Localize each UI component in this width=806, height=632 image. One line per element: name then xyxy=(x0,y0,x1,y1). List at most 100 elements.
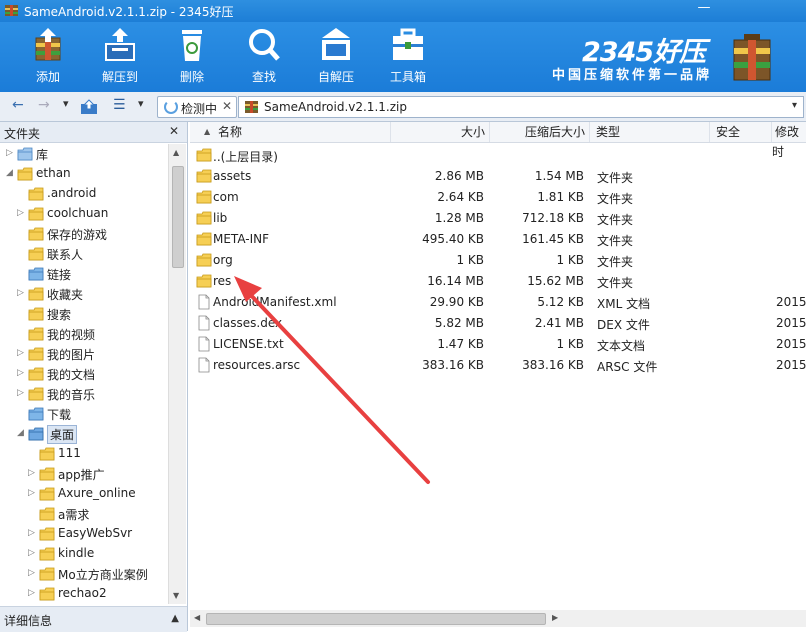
scrollbar-thumb[interactable] xyxy=(172,166,184,268)
tree-expand-icon[interactable]: ▷ xyxy=(17,208,24,218)
tree-scrollbar[interactable]: ▲ ▼ xyxy=(168,144,186,604)
table-row[interactable]: assets 2.86 MB 1.54 MB 文件夹 xyxy=(190,166,806,187)
tree-node[interactable]: ▷ rechao2 xyxy=(0,584,168,604)
path-dropdown-icon[interactable]: ▾ xyxy=(792,100,797,111)
column-packed[interactable]: 压缩后大小 xyxy=(490,122,590,142)
tree-expand-icon[interactable]: ▷ xyxy=(28,588,35,598)
up-folder-icon[interactable] xyxy=(80,98,98,116)
file-type: 文件夹 xyxy=(597,192,634,206)
tree-expand-icon[interactable]: ▷ xyxy=(28,488,35,498)
tree-node[interactable]: ◢ 桌面 xyxy=(0,424,168,444)
tree-node[interactable]: ▷ EasyWebSvr xyxy=(0,524,168,544)
find-button[interactable]: 查找 xyxy=(234,24,294,88)
horizontal-scrollbar[interactable]: ◀ ▶ xyxy=(190,610,806,627)
scroll-left-icon[interactable]: ◀ xyxy=(194,613,200,622)
tree-node[interactable]: ▷ 我的音乐 xyxy=(0,384,168,404)
scroll-down-icon[interactable]: ▼ xyxy=(173,591,179,600)
forward-button[interactable]: → xyxy=(38,97,50,115)
table-row[interactable]: META-INF 495.40 KB 161.45 KB 文件夹 xyxy=(190,229,806,250)
tree-node[interactable]: ▷ coolchuan xyxy=(0,204,168,224)
favorites-icon xyxy=(28,286,44,305)
file-modified: 2015 xyxy=(776,337,806,351)
table-row[interactable]: com 2.64 KB 1.81 KB 文件夹 xyxy=(190,187,806,208)
tree-collapse-icon[interactable]: ◢ xyxy=(6,168,13,178)
column-name[interactable]: ▲ 名称 xyxy=(190,122,391,142)
hscrollbar-thumb[interactable] xyxy=(206,613,546,625)
history-dropdown[interactable]: ▾ xyxy=(63,97,69,115)
tree-expand-icon[interactable]: ▷ xyxy=(28,568,35,578)
close-panel-icon[interactable]: ✕ xyxy=(169,124,179,138)
tree-expand-icon[interactable]: ▷ xyxy=(28,548,35,558)
column-security[interactable]: 安全 xyxy=(710,122,772,142)
tree-collapse-icon[interactable]: ◢ xyxy=(17,428,24,438)
table-row[interactable]: ..(上层目录) xyxy=(190,145,806,166)
table-row[interactable]: org 1 KB 1 KB 文件夹 xyxy=(190,250,806,271)
tree-node[interactable]: 保存的游戏 xyxy=(0,224,168,244)
column-type-label: 类型 xyxy=(596,125,621,139)
tree-node-label: 联系人 xyxy=(47,248,84,262)
path-field[interactable]: SameAndroid.v2.1.1.zip ▾ xyxy=(238,96,804,118)
folder-icon xyxy=(39,566,55,585)
tree-expand-icon[interactable]: ▷ xyxy=(17,348,24,358)
tree-node[interactable]: 链接 xyxy=(0,264,168,284)
scroll-up-icon[interactable]: ▲ xyxy=(173,148,179,157)
table-row[interactable]: AndroidManifest.xml 29.90 KB 5.12 KB XML 文档… xyxy=(190,292,806,313)
table-row[interactable]: classes.dex 5.82 MB 2.41 MB DEX 文件 2015 xyxy=(190,313,806,334)
tree-expand-icon[interactable]: ▷ xyxy=(17,288,24,298)
app-logo-icon xyxy=(5,5,18,16)
view-mode-dropdown[interactable]: ▾ xyxy=(138,97,144,115)
tree-node[interactable]: ◢ ethan xyxy=(0,164,168,184)
add-button[interactable]: 添加 xyxy=(18,24,78,88)
tree-node[interactable]: 搜索 xyxy=(0,304,168,324)
view-mode-button[interactable]: ☰ xyxy=(113,97,126,115)
expand-details-icon[interactable]: ▲ xyxy=(171,613,179,624)
tree-expand-icon[interactable]: ▷ xyxy=(17,368,24,378)
toolbox-button[interactable]: 工具箱 xyxy=(378,24,438,88)
scroll-right-icon[interactable]: ▶ xyxy=(552,613,558,622)
tree-node[interactable]: 下载 xyxy=(0,404,168,424)
column-size[interactable]: 大小 xyxy=(390,122,490,142)
tree-node[interactable]: ▷ app推广 xyxy=(0,464,168,484)
self-extract-button[interactable]: 自解压 xyxy=(306,24,366,88)
delete-button[interactable]: 删除 xyxy=(162,24,222,88)
table-row[interactable]: LICENSE.txt 1.47 KB 1 KB 文本文档 2015 xyxy=(190,334,806,355)
column-modified[interactable]: 修改时 xyxy=(772,122,806,159)
back-button[interactable]: ← xyxy=(12,97,24,115)
tree-node[interactable]: ▷ 库 xyxy=(0,144,168,164)
table-row[interactable]: resources.arsc 383.16 KB 383.16 KB ARSC 文件 2… xyxy=(190,355,806,376)
tree-node-label: 链接 xyxy=(47,268,72,282)
tree-node[interactable]: ▷ 我的图片 xyxy=(0,344,168,364)
file-size: 383.16 KB xyxy=(422,358,484,372)
tree-node[interactable]: ▷ kindle xyxy=(0,544,168,564)
recycle-bin-icon xyxy=(182,30,202,61)
tree-node[interactable]: ▷ 我的文档 xyxy=(0,364,168,384)
extract-to-button[interactable]: 解压到 xyxy=(90,24,150,88)
add-archive-icon xyxy=(35,28,61,61)
tree-node[interactable]: 111 xyxy=(0,444,168,464)
tree-node[interactable]: ▷ Axure_online xyxy=(0,484,168,504)
tree-node[interactable]: ▷ Mo立方商业案例 xyxy=(0,564,168,584)
downloads-icon xyxy=(28,406,44,425)
detecting-tab[interactable]: 检测中 ✕ xyxy=(157,96,237,118)
search-folder-icon xyxy=(28,306,44,325)
tree-node[interactable]: 我的视频 xyxy=(0,324,168,344)
close-tab-icon[interactable]: ✕ xyxy=(222,99,232,113)
tree-expand-icon[interactable]: ▷ xyxy=(28,468,35,478)
tree-expand-icon[interactable]: ▷ xyxy=(17,388,24,398)
file-modified: 2015 xyxy=(776,316,806,330)
tree-node[interactable]: 联系人 xyxy=(0,244,168,264)
self-extract-label: 自解压 xyxy=(317,70,354,84)
minimize-button[interactable]: — xyxy=(696,1,712,18)
file-list-panel: ▲ 名称 大小 压缩后大小 类型 安全 修改时 ..(上层目录) assets 2.… xyxy=(190,122,806,631)
details-panel-header[interactable]: 详细信息 ▲ xyxy=(0,606,187,632)
table-row[interactable]: lib 1.28 MB 712.18 KB 文件夹 xyxy=(190,208,806,229)
file-name: res xyxy=(213,274,232,288)
tree-expand-icon[interactable]: ▷ xyxy=(28,528,35,538)
column-type[interactable]: 类型 xyxy=(590,122,710,142)
extract-to-label: 解压到 xyxy=(101,70,138,84)
tree-node[interactable]: .android xyxy=(0,184,168,204)
table-row[interactable]: res 16.14 MB 15.62 MB 文件夹 xyxy=(190,271,806,292)
tree-node[interactable]: ▷ 收藏夹 xyxy=(0,284,168,304)
tree-expand-icon[interactable]: ▷ xyxy=(6,148,13,158)
tree-node[interactable]: a需求 xyxy=(0,504,168,524)
